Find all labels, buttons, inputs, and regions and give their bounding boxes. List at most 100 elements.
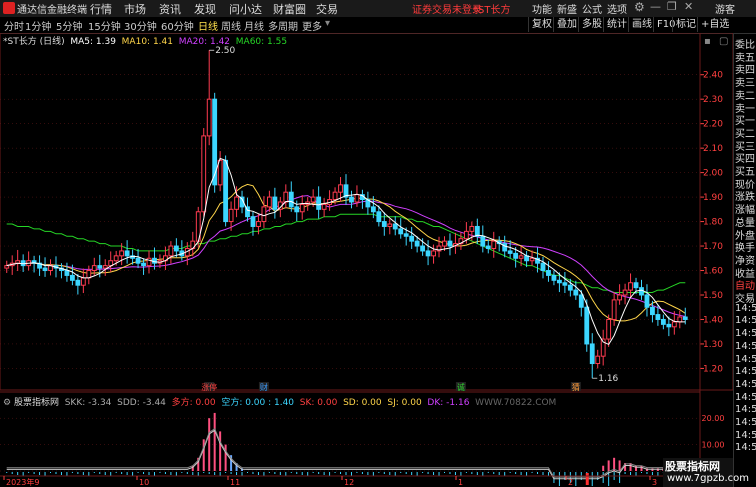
date-axis: 2023年9 10 11 12 1 2 3 (0, 475, 700, 487)
indicator-bar (640, 465, 643, 471)
event-tag: 猜 (572, 382, 580, 392)
candle-body (256, 221, 261, 227)
tab-15min[interactable]: 15分钟 (88, 18, 121, 33)
kongfang-value: 空方: 0.00 : 1.40 (221, 398, 295, 408)
candle-body (228, 208, 234, 223)
menu-xinsheng[interactable]: 新盛 (557, 1, 577, 16)
candle-body (682, 316, 688, 320)
candle-body (201, 135, 207, 213)
menu-hangqing[interactable]: 行情 (90, 1, 112, 17)
candle-body (671, 321, 677, 328)
candle-body (420, 245, 426, 252)
btn-diejia[interactable]: 叠加 (553, 17, 580, 32)
candle-body (387, 223, 393, 227)
quote-label-30: 14:55 (735, 417, 756, 428)
price-tick-label: 1.70 (703, 242, 723, 252)
candle-body (584, 306, 590, 345)
dk-value: DK: -1.16 (427, 398, 470, 408)
price-tick-label: 2.40 (703, 71, 723, 81)
candle-body (425, 250, 431, 257)
event-tag: 诚 (457, 382, 465, 392)
menu-gongshi[interactable]: 公式 (582, 1, 602, 16)
menu-faxian[interactable]: 发现 (194, 1, 216, 17)
tab-30min[interactable]: 30分钟 (124, 18, 157, 33)
candle-body (124, 250, 130, 257)
price-tick-label: 2.30 (703, 95, 723, 105)
candle-body (403, 233, 409, 237)
candle-body (513, 252, 519, 259)
candle-body (677, 316, 683, 323)
sd-value: SD: 0.00 (343, 398, 382, 408)
btn-biaoji[interactable]: 标记 (672, 17, 699, 32)
tab-60min[interactable]: 60分钟 (161, 18, 194, 33)
menu-zixun[interactable]: 资讯 (159, 1, 181, 17)
btn-tongji[interactable]: 统计 (603, 17, 630, 32)
menu-jiaoyi[interactable]: 交易 (316, 1, 338, 17)
tab-monthly[interactable]: 月线 (244, 18, 264, 33)
price-tick-label: 1.90 (703, 193, 723, 203)
tab-5min[interactable]: 5分钟 (56, 18, 82, 33)
kline-chart[interactable]: 2.40 2.30 2.20 2.10 2.00 1.90 1.80 1.70 1.60 1.50… (0, 33, 733, 487)
quote-label-22: 14:53 (735, 315, 756, 327)
indicator-name[interactable]: 股票指标网 (14, 398, 59, 408)
quote-label-27: 14:54 (735, 378, 756, 390)
candle-body (64, 270, 70, 276)
app-logo-icon (3, 2, 15, 14)
tab-daily[interactable]: 日线 (198, 18, 218, 33)
btn-duogu[interactable]: 多股 (578, 17, 605, 32)
candle-body (168, 245, 174, 257)
tab-more[interactable]: 更多 (302, 18, 322, 33)
menu-gongneng[interactable]: 功能 (532, 1, 552, 16)
candle-body (173, 245, 179, 252)
candle-body (283, 191, 289, 203)
minimize-icon[interactable]: — (650, 0, 661, 13)
quote-label-26: 14:54 (735, 366, 756, 378)
indicator-bar (224, 444, 227, 471)
restore-icon[interactable]: ❐ (667, 0, 677, 13)
menu-caifuquan[interactable]: 财富圈 (273, 1, 306, 17)
period-toolbar: 分时 1分钟 5分钟 15分钟 30分钟 60分钟 日线 周线 月线 多周期 更… (0, 17, 756, 34)
indicator-bar (602, 465, 605, 471)
menu-xuanxiang[interactable]: 选项 (607, 1, 627, 16)
indicator-site: WWW.70822.COM (475, 398, 557, 408)
candle-body (250, 216, 256, 227)
close-icon[interactable]: ✕ (684, 0, 693, 13)
date-label: 2023年9 (6, 477, 39, 487)
indicator-gear-icon[interactable]: ⚙ (3, 398, 11, 408)
menu-shichang[interactable]: 市场 (124, 1, 146, 17)
quote-label-29: 14:55 (735, 404, 756, 416)
btn-huaxian[interactable]: 画线 (628, 17, 655, 32)
sdd-value: SDD: -3.44 (117, 398, 166, 408)
candle-body (546, 270, 551, 276)
candle-body (502, 243, 508, 252)
more-dropdown-icon[interactable]: ▾ (325, 18, 330, 29)
candle-body (507, 250, 513, 254)
sj-value: SJ: 0.00 (387, 398, 422, 408)
user-label[interactable]: 游客 (715, 1, 735, 16)
candle-body (4, 265, 10, 269)
chart-expand-icon[interactable]: ▢ (719, 36, 728, 47)
candle-body (644, 294, 650, 308)
tab-multi[interactable]: 多周期 (268, 18, 298, 33)
chart-menu-icon[interactable]: ▪ (704, 36, 711, 47)
candle-body (518, 255, 524, 259)
price-tick-label: 1.30 (703, 340, 723, 350)
candle-body (223, 159, 229, 223)
watermark: 股票指标网 www.7gpzb.com (663, 458, 749, 487)
candle-body (485, 245, 491, 249)
price-tick-label: 2.10 (703, 144, 723, 154)
tab-1min[interactable]: 1分钟 (25, 18, 51, 33)
candle-body (152, 257, 157, 264)
tab-weekly[interactable]: 周线 (221, 18, 241, 33)
btn-zixuan[interactable]: +自选 (697, 17, 732, 32)
settings-icon[interactable]: ⚙ (634, 0, 645, 14)
app-title: 通达信金融终端 (17, 5, 87, 16)
event-tag: 财 (260, 382, 268, 392)
candle-body (573, 289, 579, 296)
login-warning[interactable]: 证券交易未登录 (412, 1, 482, 16)
tab-fenshi[interactable]: 分时 (4, 18, 24, 33)
btn-fuquan[interactable]: 复权 (528, 17, 555, 32)
ma60-path (6, 213, 686, 293)
menu-wenxiaoda[interactable]: 问小达 (229, 1, 262, 17)
ma60-line (6, 213, 686, 293)
